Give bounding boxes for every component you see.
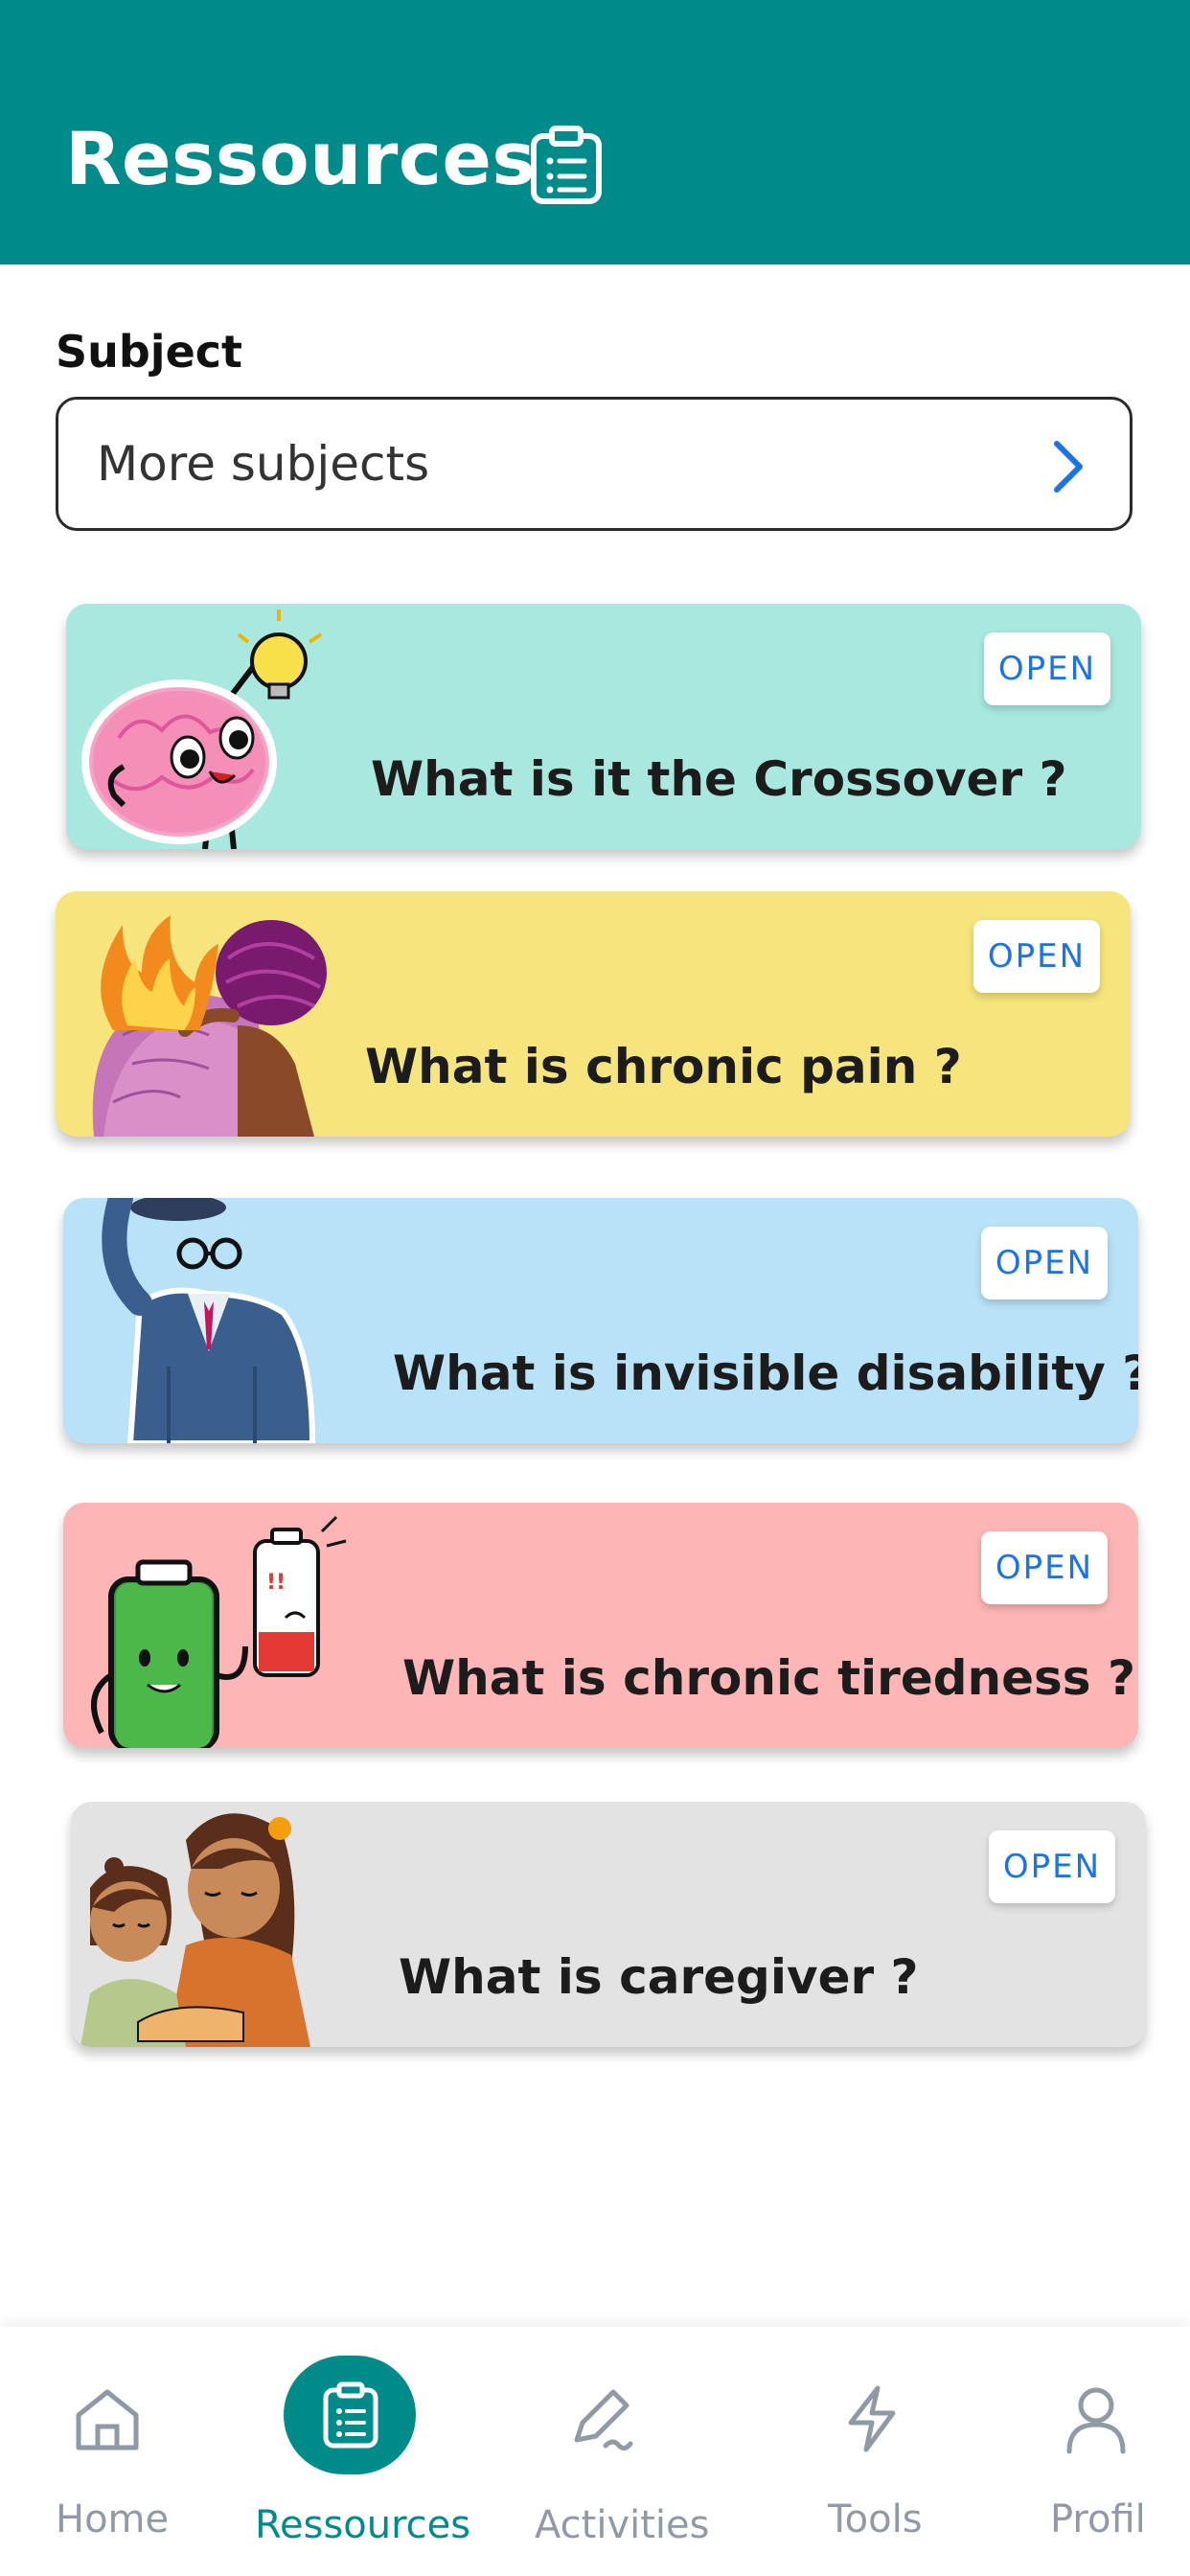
clipboard-list-icon — [323, 2381, 378, 2449]
open-button[interactable]: OPEN — [981, 1227, 1108, 1300]
batteries-illustration: !! — [91, 1515, 347, 1748]
resource-card-chronic-pain[interactable]: OPEN What is chronic pain ? — [56, 891, 1131, 1137]
subject-select-value: More subjects — [97, 436, 430, 492]
nav-label-tools: Tools — [828, 2497, 923, 2542]
open-button[interactable]: OPEN — [984, 632, 1110, 705]
mother-child-illustration — [80, 1813, 310, 2047]
user-icon — [1066, 2387, 1126, 2454]
nav-item-ressources[interactable]: Ressources — [240, 2327, 479, 2576]
resource-card-invisible-disability[interactable]: OPEN What is invisible disability ? — [63, 1198, 1138, 1443]
burning-back-illustration — [92, 915, 327, 1137]
resource-card-crossover[interactable]: OPEN What is it the Crossover ? — [66, 604, 1141, 849]
resource-card-title: What is chronic tiredness ? — [402, 1650, 1135, 1706]
nav-label-home: Home — [56, 2497, 170, 2542]
nav-item-home[interactable]: Home — [19, 2327, 195, 2576]
resource-card-title: What is invisible disability ? — [393, 1346, 1138, 1401]
lightning-icon — [848, 2385, 896, 2452]
resource-card-title: What is caregiver ? — [399, 1949, 919, 2005]
chevron-right-icon — [1054, 441, 1083, 493]
brain-lightbulb-illustration — [81, 610, 323, 849]
nav-item-tools[interactable]: Tools — [795, 2327, 949, 2576]
nav-item-activities[interactable]: Activities — [517, 2327, 719, 2576]
nav-label-profil: Profil — [1050, 2497, 1146, 2542]
nav-item-profil[interactable]: Profil — [1025, 2327, 1169, 2576]
resource-card-title: What is it the Crossover ? — [371, 751, 1067, 807]
pen-icon — [574, 2389, 633, 2451]
svg-text:!!: !! — [266, 1571, 286, 1595]
resource-card-caregiver[interactable]: OPEN What is caregiver ? — [71, 1802, 1146, 2047]
nav-label-ressources: Ressources — [255, 2503, 471, 2547]
open-button[interactable]: OPEN — [981, 1531, 1108, 1604]
resource-card-title: What is chronic pain ? — [365, 1039, 962, 1094]
home-icon — [76, 2389, 139, 2450]
resource-card-chronic-tiredness[interactable]: !! OPEN What is chronic tiredness ? — [63, 1503, 1138, 1748]
open-button[interactable]: OPEN — [989, 1830, 1115, 1903]
nav-label-activities: Activities — [535, 2503, 710, 2547]
page-title: Ressources — [65, 116, 537, 201]
open-button[interactable]: OPEN — [973, 920, 1100, 993]
app-header: Ressources — [0, 0, 1190, 264]
clipboard-list-icon — [531, 126, 602, 204]
subject-select[interactable]: More subjects — [56, 397, 1133, 531]
invisible-man-illustration — [102, 1198, 316, 1443]
subject-label: Subject — [56, 326, 243, 378]
bottom-nav: Home Ressources Activities Tools Profil — [0, 2327, 1190, 2576]
